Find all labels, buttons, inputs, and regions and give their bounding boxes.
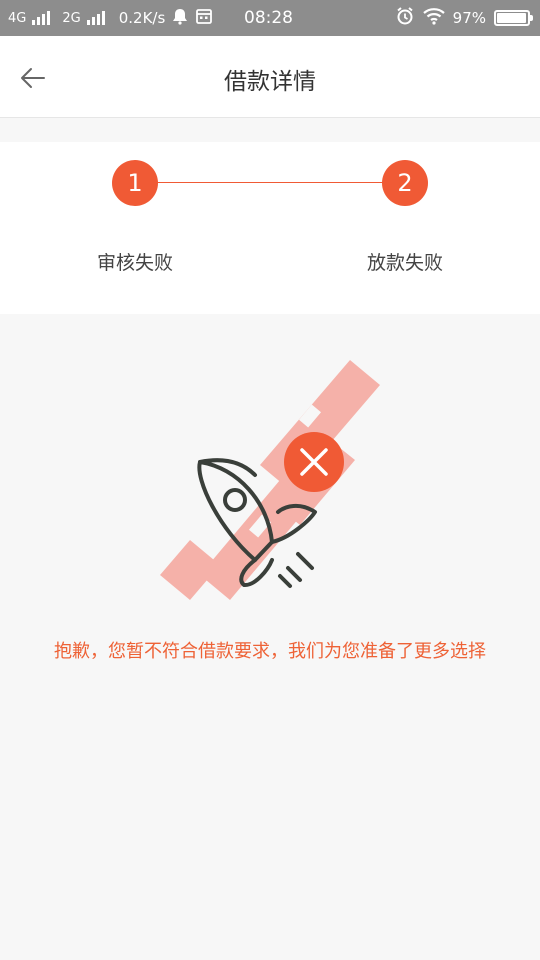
navigation-bar: 借款详情	[0, 36, 540, 118]
network-type-1: 4G	[8, 10, 27, 26]
wifi-icon	[422, 7, 445, 29]
signal-icon-2	[86, 11, 105, 25]
notification-icon	[171, 7, 189, 29]
network-speed: 0.2K/s	[118, 9, 166, 27]
signal-icon	[32, 11, 51, 25]
rocket-failed-icon	[197, 432, 344, 588]
step-number-1: 1	[112, 160, 158, 206]
step-label-1: 审核失败	[96, 252, 173, 274]
step-label-2: 放款失败	[366, 252, 443, 274]
step-number-2: 2	[382, 160, 428, 206]
status-bar: 4G 2G 0.2K/s 08:28 97%	[0, 0, 540, 36]
battery-icon	[494, 10, 533, 26]
alarm-icon	[395, 6, 415, 30]
calendar-icon	[195, 7, 213, 29]
progress-steps: 1 2 审核失败 放款失败	[0, 142, 540, 314]
battery-fill	[497, 13, 527, 23]
failure-message: 抱歉，您暂不符合借款要求，我们为您准备了更多选择	[54, 641, 486, 662]
step-connector	[135, 182, 405, 183]
page-title: 借款详情	[224, 69, 316, 95]
clock: 08:28	[244, 8, 293, 28]
network-type-2: 2G	[62, 10, 81, 26]
battery-percent: 97%	[452, 9, 486, 27]
